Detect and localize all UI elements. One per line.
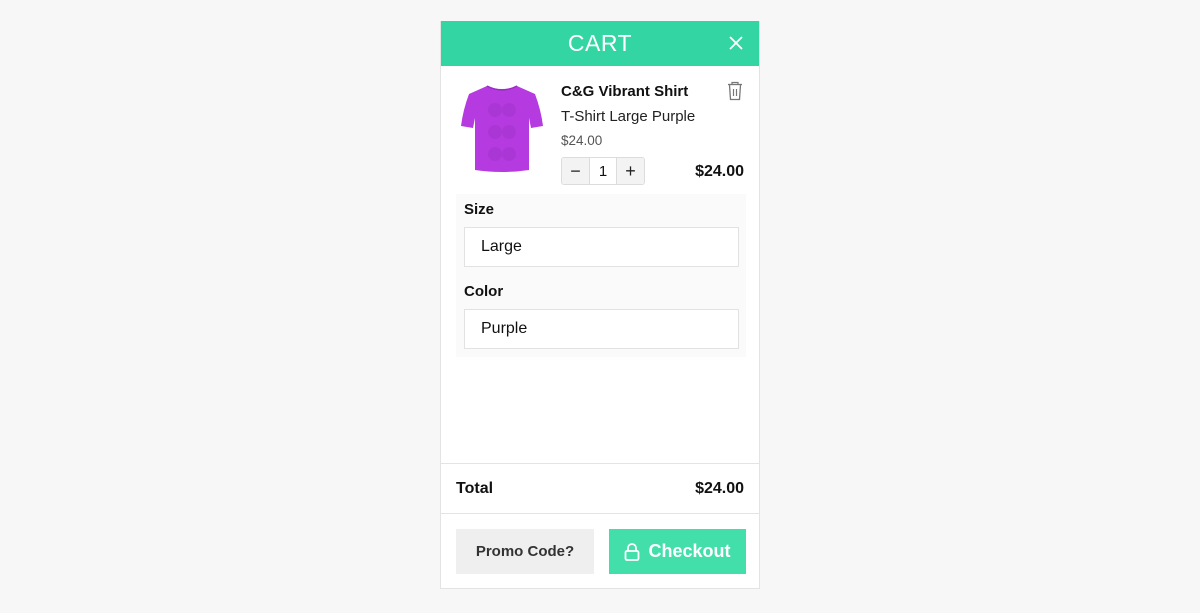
- color-field[interactable]: Purple: [464, 309, 739, 349]
- color-label: Color: [464, 283, 504, 300]
- divider: [441, 513, 759, 514]
- product-thumbnail[interactable]: [459, 80, 545, 176]
- close-icon: [729, 36, 743, 50]
- size-field[interactable]: Large: [464, 227, 739, 267]
- decrement-button[interactable]: −: [562, 158, 589, 184]
- cart-header: CART: [441, 21, 759, 66]
- trash-icon: [728, 81, 742, 101]
- promo-code-button[interactable]: Promo Code?: [456, 529, 594, 574]
- quantity-stepper: − 1 +: [561, 157, 645, 185]
- cart-title: CART: [567, 30, 633, 56]
- cart-panel: CART C&G Vibrant Shirt T-Shirt Large Pur…: [440, 21, 760, 589]
- cart-item: C&G Vibrant Shirt T-Shirt Large Purple $…: [441, 66, 759, 192]
- total-value: $24.00: [695, 480, 744, 497]
- checkout-label: Checkout: [648, 541, 731, 561]
- remove-item-button[interactable]: [726, 81, 744, 101]
- lock-icon: [625, 542, 640, 561]
- size-label: Size: [464, 201, 495, 218]
- item-options: Size Large Color Purple: [456, 194, 746, 357]
- total-row: Total $24.00: [456, 480, 744, 498]
- unit-price: $24.00: [561, 133, 603, 148]
- increment-button[interactable]: +: [617, 158, 644, 184]
- line-total: $24.00: [695, 163, 744, 180]
- divider: [441, 463, 759, 464]
- close-button[interactable]: [727, 34, 745, 52]
- purple-tshirt-image: [461, 85, 543, 172]
- product-variant: T-Shirt Large Purple: [561, 108, 696, 125]
- checkout-button[interactable]: Checkout: [609, 529, 746, 574]
- total-label: Total: [456, 480, 494, 497]
- product-title: C&G Vibrant Shirt: [561, 83, 689, 100]
- quantity-value[interactable]: 1: [589, 158, 617, 184]
- promo-code-label: Promo Code?: [475, 543, 575, 560]
